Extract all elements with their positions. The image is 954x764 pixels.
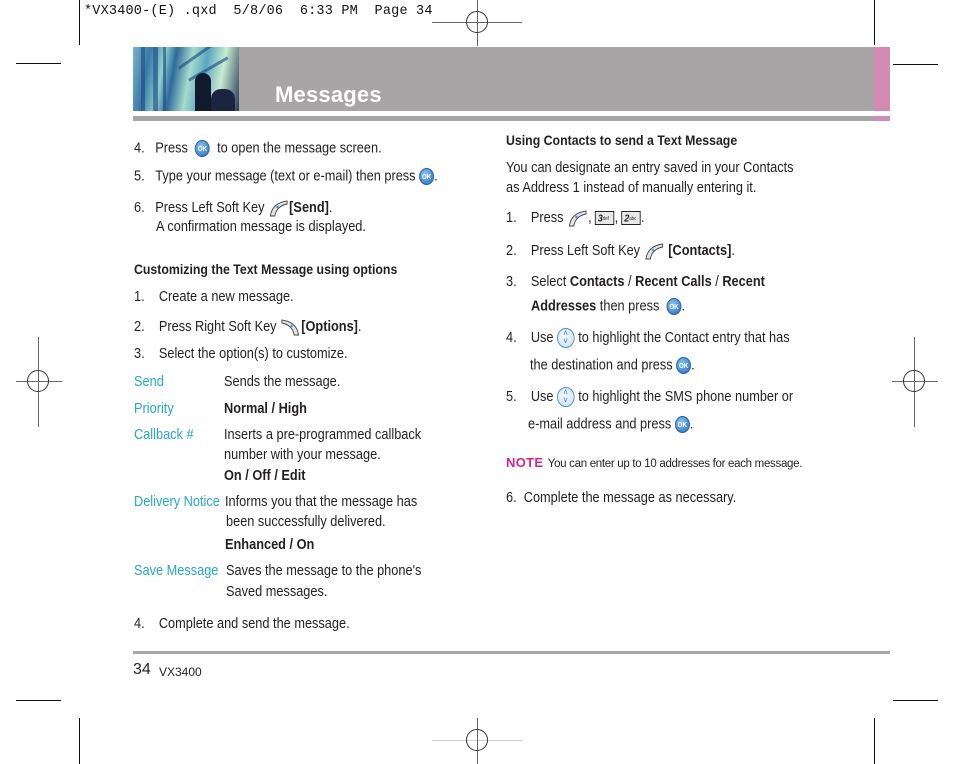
left-soft-key-icon [569, 210, 587, 227]
option-desc-send: Sends the message. [224, 374, 341, 390]
step-4-open: 4. Press OK to open the message screen. [134, 140, 382, 157]
option-desc-save-message-2: Saved messages. [226, 584, 328, 600]
note-label: NOTE [506, 455, 544, 470]
option-label-save-message: Save Message [134, 563, 219, 579]
header-rule [133, 116, 874, 121]
ok-icon: OK [676, 357, 692, 374]
contacts-step-3: 3. Select Contacts / Recent Calls / Rece… [506, 274, 765, 290]
option-desc-callback: Inserts a pre-programmed callback [224, 427, 422, 443]
left-soft-key-icon [645, 243, 664, 260]
note: NOTE You can enter up to 10 addresses fo… [506, 454, 802, 472]
option-values-delivery-notice: Enhanced / On [225, 537, 315, 553]
left-soft-key-icon [270, 200, 288, 217]
header-rule-accent [874, 116, 890, 121]
option-desc-save-message: Saves the message to the phone's [226, 563, 422, 579]
header-photo [133, 47, 239, 111]
page-number: 34 [133, 661, 151, 678]
option-values-callback: On / Off / Edit [224, 468, 306, 484]
contacts-step-5-line2: e-mail address and press OK. [528, 416, 694, 433]
ok-icon: OK [419, 168, 435, 185]
key-3-icon: 3def [595, 211, 615, 225]
option-label-send: Send [134, 374, 164, 390]
header-accent [874, 47, 890, 111]
registration-mark-bottom [432, 718, 522, 764]
final-step-right: 6. Complete the message as necessary. [506, 490, 737, 506]
print-slug-line: *VX3400-(E) .qxd 5/8/06 6:33 PM Page 34 [84, 4, 433, 19]
navigation-key-icon [557, 328, 575, 348]
crop-mark [79, 0, 80, 45]
ok-icon: OK [666, 298, 682, 315]
option-step-1: 1. Create a new message. [134, 289, 294, 305]
registration-mark-left [16, 337, 62, 427]
final-step-left: 4. Complete and send the message. [134, 616, 350, 632]
step-6-note: A confirmation message is displayed. [156, 219, 366, 235]
crop-mark [874, 718, 875, 764]
step-5-type: 5. Type your message (text or e-mail) th… [134, 168, 438, 185]
contacts-step-3-line2: Addresses then press OK. [531, 298, 685, 315]
contacts-step-5: 5. Use to highlight the SMS phone number… [506, 387, 793, 407]
section-heading-customizing: Customizing the Text Message using optio… [134, 261, 398, 277]
section-heading-contacts: Using Contacts to send a Text Message [506, 132, 738, 148]
crop-mark [893, 700, 938, 701]
note-text: You can enter up to 10 addresses for eac… [547, 458, 803, 470]
crop-mark [79, 718, 80, 764]
footer-rule [133, 651, 890, 654]
ok-icon: OK [674, 416, 690, 433]
step-6-send: 6. Press Left Soft Key [Send]. [134, 199, 333, 217]
model-name: VX3400 [159, 665, 202, 679]
contacts-step-1: 1. Press , 3def, 2abc. [506, 209, 645, 227]
option-values-priority: Normal / High [224, 401, 307, 417]
option-desc-callback-2: number with your message. [224, 447, 381, 463]
intro-line-1: You can designate an entry saved in your… [506, 160, 794, 176]
contacts-step-4: 4. Use to highlight the Contact entry th… [506, 328, 790, 348]
option-label-delivery-notice: Delivery Notice [134, 494, 220, 510]
registration-mark-top [432, 0, 522, 46]
crop-mark [874, 0, 875, 45]
navigation-key-icon [557, 387, 575, 407]
registration-mark-right [892, 337, 938, 427]
option-label-priority: Priority [134, 401, 174, 417]
key-2-icon: 2abc [621, 211, 642, 225]
option-label-callback: Callback # [134, 427, 194, 443]
option-step-3: 3. Select the option(s) to customize. [134, 346, 348, 362]
ok-icon: OK [195, 140, 210, 157]
right-soft-key-icon [281, 319, 300, 336]
crop-mark [893, 64, 938, 65]
contacts-step-4-line2: the destination and press OK. [530, 357, 695, 374]
option-step-2: 2. Press Right Soft Key [Options]. [134, 318, 362, 336]
contacts-step-2: 2. Press Left Soft Key [Contacts]. [506, 242, 735, 260]
option-desc-delivery-notice: Informs you that the message has [225, 494, 418, 510]
crop-mark [16, 63, 61, 64]
page-title: Messages [275, 82, 382, 107]
intro-line-2: as Address 1 instead of manually enterin… [506, 180, 757, 196]
crop-mark [16, 700, 61, 701]
header-bar [133, 47, 874, 111]
option-desc-delivery-notice-2: been successfully delivered. [226, 514, 386, 530]
